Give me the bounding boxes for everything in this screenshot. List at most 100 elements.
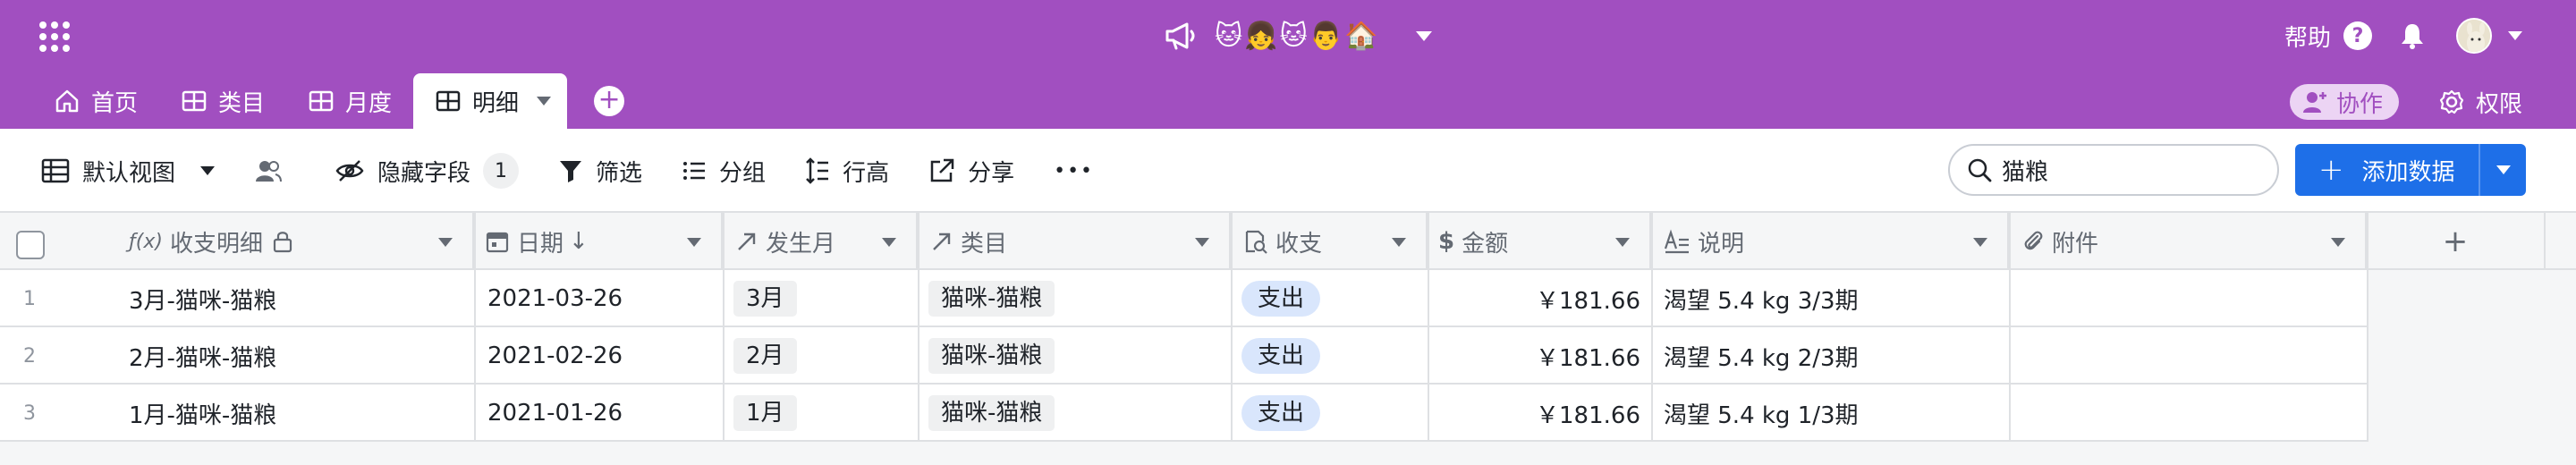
hidden-fields-count-badge: 1 — [483, 153, 520, 189]
currency-icon: $ — [1438, 228, 1455, 255]
column-header-date[interactable]: 日期 ↓ — [474, 213, 723, 270]
note-cell[interactable]: 渴望 5.4 kg 1/3期 — [1664, 385, 1859, 442]
hidden-fields-button[interactable]: 隐藏字段 1 — [335, 153, 520, 189]
toolbar-items: 默认视图 隐藏字段 1 筛选 分组 行高 分享 ••• — [41, 129, 1133, 213]
detail-cell[interactable]: 3月-猫咪-猫粮 — [129, 270, 276, 327]
chevron-down-icon[interactable] — [1415, 30, 1432, 41]
column-header-category[interactable]: 类目 — [918, 213, 1231, 270]
date-cell[interactable]: 2021-03-26 — [487, 270, 623, 327]
column-header-note[interactable]: 说明 — [1651, 213, 2009, 270]
base-title[interactable]: 🐱👧🐱👨🏠 — [1163, 16, 1432, 55]
chevron-down-icon[interactable] — [1615, 238, 1630, 247]
chevron-down-icon[interactable] — [438, 238, 453, 247]
sort-descending-icon[interactable]: ↓ — [569, 228, 589, 255]
help-label[interactable]: 帮助 — [2284, 20, 2331, 53]
lookup-arrow-icon — [738, 232, 756, 250]
share-label: 分享 — [968, 159, 1015, 187]
month-tag: 1月 — [733, 395, 797, 431]
view-toolbar: 默认视图 隐藏字段 1 筛选 分组 行高 分享 ••• 猫粮 + 添加数据 — [0, 129, 2576, 213]
month-cell[interactable]: 2月 — [733, 327, 797, 385]
avatar-image-icon — [2458, 20, 2490, 52]
category-cell[interactable]: 猫咪-猫粮 — [928, 327, 1055, 385]
chevron-down-icon[interactable] — [2496, 165, 2511, 174]
tab-label: 月度 — [345, 89, 393, 117]
group-button[interactable]: 分组 — [682, 155, 766, 188]
amount-cell[interactable]: ￥181.66 — [1428, 327, 1640, 385]
chevron-down-icon[interactable] — [687, 238, 701, 247]
category-cell[interactable]: 猫咪-猫粮 — [928, 385, 1055, 442]
row-height-button[interactable]: 行高 — [805, 155, 889, 188]
top-right-actions: 帮助 ? — [2284, 16, 2522, 55]
calendar-icon — [486, 232, 509, 253]
column-divider — [474, 213, 476, 442]
search-icon — [1968, 158, 1992, 182]
search-field[interactable] — [1948, 144, 2279, 196]
table-row[interactable]: 3 1月-猫咪-猫粮 2021-01-26 1月 猫咪-猫粮 支出 ￥181.6… — [0, 385, 2367, 442]
add-data-label: 添加数据 — [2361, 158, 2455, 186]
column-header-month[interactable]: 发生月 — [723, 213, 918, 270]
column-header-type[interactable]: 收支 — [1231, 213, 1428, 270]
type-cell[interactable]: 支出 — [1241, 327, 1321, 385]
month-cell[interactable]: 1月 — [733, 385, 797, 442]
filter-button[interactable]: 筛选 — [558, 155, 642, 188]
chevron-down-icon[interactable] — [882, 238, 896, 247]
column-header-amount[interactable]: $ 金额 — [1428, 213, 1651, 270]
tab-monthly[interactable]: 月度 — [286, 73, 413, 129]
table-row[interactable]: 1 3月-猫咪-猫粮 2021-03-26 3月 猫咪-猫粮 支出 ￥181.6… — [0, 270, 2367, 327]
attachment-cell[interactable] — [2009, 385, 2367, 442]
chevron-down-icon[interactable] — [1392, 238, 1406, 247]
more-options-icon[interactable]: ••• — [1054, 160, 1094, 182]
megaphone-icon — [1165, 22, 1195, 50]
chevron-down-icon[interactable] — [1973, 238, 1987, 247]
view-members-button[interactable] — [254, 158, 295, 183]
column-divider — [1231, 213, 1233, 442]
tab-category[interactable]: 类目 — [159, 73, 286, 129]
view-selector[interactable]: 默认视图 — [41, 155, 216, 188]
add-column-button[interactable]: + — [2367, 213, 2546, 270]
permission-label: 权限 — [2475, 90, 2522, 118]
chevron-down-icon[interactable] — [537, 97, 552, 106]
category-cell[interactable]: 猫咪-猫粮 — [928, 270, 1055, 327]
tab-home[interactable]: 首页 — [32, 73, 159, 129]
chevron-down-icon[interactable] — [1195, 238, 1209, 247]
month-tag: 3月 — [733, 281, 797, 317]
view-label: 默认视图 — [82, 159, 176, 187]
help-icon[interactable]: ? — [2343, 21, 2372, 50]
chevron-down-icon[interactable] — [2508, 31, 2522, 40]
amount-cell[interactable]: ￥181.66 — [1428, 270, 1640, 327]
note-cell[interactable]: 渴望 5.4 kg 2/3期 — [1664, 327, 1859, 385]
chevron-down-icon[interactable] — [200, 166, 216, 175]
app-grid-icon[interactable] — [39, 21, 70, 52]
column-header-attachment[interactable]: 附件 — [2009, 213, 2367, 270]
type-cell[interactable]: 支出 — [1241, 385, 1321, 442]
column-header-label: 发生月 — [766, 230, 836, 258]
table-row[interactable]: 2 2月-猫咪-猫粮 2021-02-26 2月 猫咪-猫粮 支出 ￥181.6… — [0, 327, 2367, 385]
search-input[interactable] — [2002, 156, 2252, 183]
select-all-checkbox[interactable] — [16, 231, 45, 259]
column-header-label: 日期 — [517, 230, 564, 258]
note-cell[interactable]: 渴望 5.4 kg 3/3期 — [1664, 270, 1859, 327]
attachment-cell[interactable] — [2009, 270, 2367, 327]
date-cell[interactable]: 2021-01-26 — [487, 385, 623, 442]
month-cell[interactable]: 3月 — [733, 270, 797, 327]
category-tag: 猫咪-猫粮 — [928, 338, 1055, 374]
amount-cell[interactable]: ￥181.66 — [1428, 385, 1640, 442]
chevron-down-icon[interactable] — [2331, 238, 2345, 247]
add-data-button[interactable]: + 添加数据 — [2295, 144, 2526, 196]
share-button[interactable]: 分享 — [928, 155, 1014, 188]
detail-cell[interactable]: 1月-猫咪-猫粮 — [129, 385, 276, 442]
permission-button[interactable]: 权限 — [2438, 86, 2522, 119]
user-avatar[interactable] — [2456, 18, 2492, 54]
type-cell[interactable]: 支出 — [1241, 270, 1321, 327]
column-header-label: 附件 — [2052, 230, 2099, 258]
column-header-detail[interactable]: ƒ(x) 收支明细 — [116, 213, 474, 270]
tab-detail[interactable]: 明细 — [413, 73, 568, 129]
notification-bell-icon[interactable] — [2399, 21, 2426, 50]
add-view-button[interactable]: + — [594, 86, 625, 116]
detail-cell[interactable]: 2月-猫咪-猫粮 — [129, 327, 276, 385]
collaborate-button[interactable]: 协作 — [2289, 84, 2399, 120]
type-tag: 支出 — [1241, 395, 1321, 431]
row-height-label: 行高 — [843, 159, 890, 187]
date-cell[interactable]: 2021-02-26 — [487, 327, 623, 385]
attachment-cell[interactable] — [2009, 327, 2367, 385]
